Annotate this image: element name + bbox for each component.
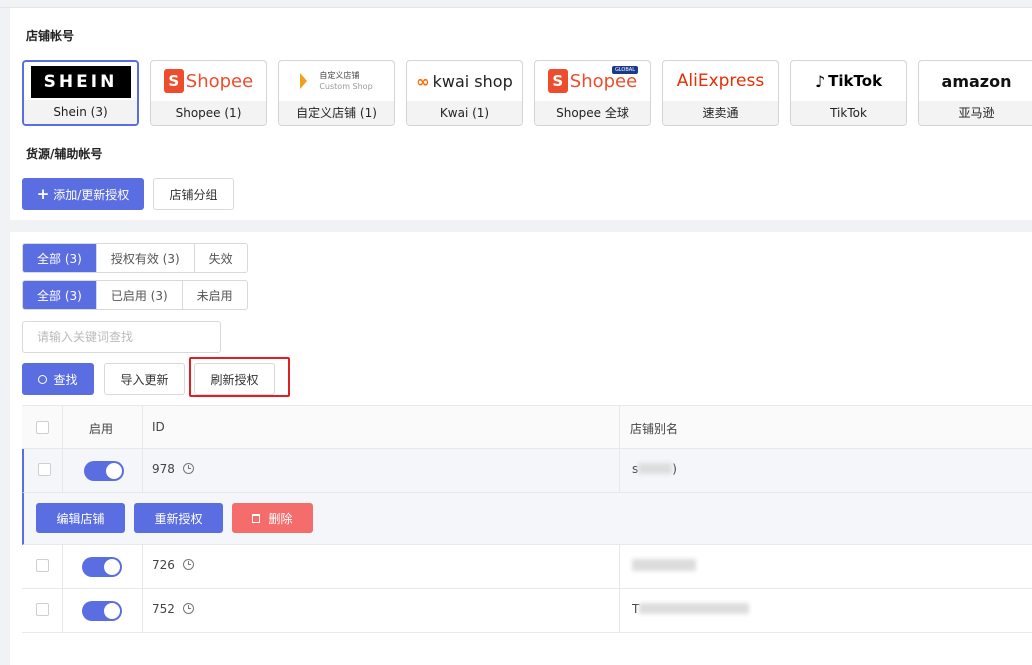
enabled-status-filter: 全部 (3) 已启用 (3) 未启用 (22, 280, 248, 310)
header-enabled: 启用 (89, 422, 114, 436)
amazon-logo: amazon (941, 71, 1012, 91)
aliexpress-logo: AliExpress (676, 71, 765, 91)
row-alias: s) (632, 462, 677, 476)
shop-card-custom[interactable]: 自定义店铺 Custom Shop 自定义店铺 (1) (278, 60, 395, 126)
filter-auth-invalid[interactable]: 失效 (194, 244, 247, 272)
search-icon (38, 374, 48, 384)
shop-label: TikTok (791, 101, 906, 125)
clock-icon (182, 559, 194, 570)
clock-icon (182, 463, 194, 474)
shop-card-tiktok[interactable]: ♪ TikTok TikTok (790, 60, 907, 126)
shop-label: Shopee (1) (151, 101, 266, 125)
custom-shop-logo: 自定义店铺 Custom Shop (279, 61, 394, 101)
refresh-auth-button[interactable]: 刷新授权 (194, 363, 275, 395)
filter-enabled-on[interactable]: 已启用 (3) (96, 281, 183, 309)
trash-icon (252, 513, 261, 523)
filter-enabled-all[interactable]: 全部 (3) (23, 281, 97, 309)
custom-shop-icon (300, 73, 308, 89)
row-id: 752 (152, 602, 194, 616)
tiktok-note-icon: ♪ (814, 71, 826, 91)
shop-label: Shopee 全球 (535, 101, 650, 125)
enabled-toggle[interactable] (82, 601, 122, 621)
filter-enabled-off[interactable]: 未启用 (182, 281, 247, 309)
search-button[interactable]: 查找 (22, 363, 94, 395)
keyword-search-input[interactable] (22, 321, 221, 353)
enabled-toggle[interactable] (82, 557, 122, 577)
table-header: 启用 ID 店铺别名 (22, 405, 1032, 449)
table-row[interactable]: 752 T (22, 589, 1032, 633)
shop-label: 自定义店铺 (1) (279, 101, 394, 125)
select-all-checkbox[interactable] (36, 421, 49, 434)
row-checkbox[interactable] (38, 463, 51, 476)
row-alias: T (632, 602, 750, 616)
shop-label: Kwai (1) (407, 101, 522, 125)
shop-card-shein[interactable]: SHEIN Shein (3) (22, 60, 139, 126)
row-checkbox[interactable] (36, 559, 49, 572)
shopee-logo: S Shopee (151, 61, 266, 101)
shop-label: 速卖通 (663, 101, 778, 125)
shop-card-shopee[interactable]: S Shopee Shopee (1) (150, 60, 267, 126)
row-checkbox[interactable] (36, 603, 49, 616)
enabled-toggle[interactable] (84, 461, 124, 481)
source-accounts-title: 货源/辅助帐号 (26, 147, 103, 161)
shop-label: 亚马逊 (919, 101, 1032, 125)
store-accounts-title: 店铺帐号 (26, 29, 75, 43)
edit-shop-button[interactable]: 编辑店铺 (36, 503, 125, 533)
shein-logo: SHEIN (24, 62, 137, 102)
header-alias: 店铺别名 (630, 422, 679, 436)
kwai-logo: ∞ kwai shop (416, 71, 513, 91)
auth-status-filter: 全部 (3) 授权有效 (3) 失效 (22, 243, 248, 273)
shop-card-amazon[interactable]: amazon 亚马逊 (918, 60, 1032, 126)
plus-icon: + (36, 185, 50, 203)
add-update-auth-button[interactable]: + 添加/更新授权 (22, 178, 144, 210)
global-badge: GLOBAL (611, 66, 638, 74)
blurred-alias (632, 559, 696, 571)
row-id: 978 (152, 462, 194, 476)
top-strip (0, 0, 1032, 8)
reauthorize-button[interactable]: 重新授权 (134, 503, 223, 533)
table-row[interactable]: 978 s) (22, 449, 1032, 493)
shop-group-button[interactable]: 店铺分组 (153, 178, 234, 210)
shop-card-aliexpress[interactable]: AliExpress 速卖通 (662, 60, 779, 126)
clock-icon (182, 603, 194, 614)
delete-button[interactable]: 删除 (232, 503, 313, 533)
shopee-bag-icon: S (163, 69, 184, 93)
shop-label: Shein (3) (24, 100, 137, 124)
filter-auth-valid[interactable]: 授权有效 (3) (96, 244, 195, 272)
shopee-bag-icon: S (547, 69, 568, 93)
shop-card-kwai[interactable]: ∞ kwai shop Kwai (1) (406, 60, 523, 126)
import-update-button[interactable]: 导入更新 (104, 363, 185, 395)
shop-card-shopee-global[interactable]: S Shopee GLOBAL Shopee 全球 (534, 60, 651, 126)
filter-auth-all[interactable]: 全部 (3) (23, 244, 97, 272)
kwai-icon: ∞ (416, 71, 430, 91)
table-row[interactable]: 726 (22, 545, 1032, 589)
row-id: 726 (152, 558, 194, 572)
row-actions: 编辑店铺 重新授权 删除 (22, 493, 1032, 545)
header-id: ID (152, 420, 165, 434)
shopee-global-logo: S Shopee GLOBAL (535, 61, 650, 101)
tiktok-logo: ♪ TikTok (814, 71, 883, 91)
